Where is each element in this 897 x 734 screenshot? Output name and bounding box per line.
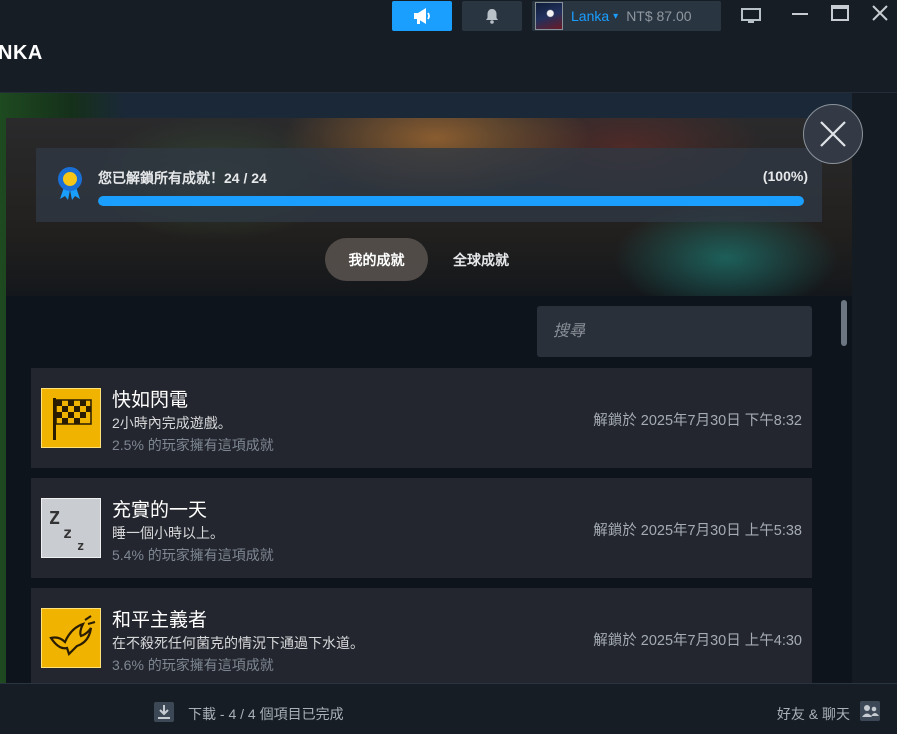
close-icon[interactable]	[871, 4, 889, 22]
achievement-row: 快如閃電 2小時內完成遊戲。 2.5% 的玩家擁有這項成就 解鎖於 2025年7…	[31, 368, 812, 468]
progress-percent: (100%)	[762, 168, 808, 184]
search-field[interactable]	[537, 306, 812, 357]
achievement-progress-card: 您已解鎖所有成就！24 / 24 (100%)	[36, 148, 822, 222]
wallet-balance: NT$ 87.00	[626, 8, 692, 24]
tab-global-achievements[interactable]: 全球成就	[434, 238, 528, 281]
tab-my-achievements[interactable]: 我的成就	[325, 238, 428, 281]
progress-bar-fill	[98, 196, 804, 206]
monitor-icon[interactable]	[740, 7, 762, 25]
title-bar: Lanka ▾ NT$ 87.00	[0, 0, 897, 36]
progress-bar	[98, 196, 804, 206]
achievement-unlock-date: 解鎖於 2025年7月30日 上午4:30	[593, 633, 802, 649]
achievement-global-rate: 2.5% 的玩家擁有這項成就	[112, 437, 274, 453]
achievements-modal: 您已解鎖所有成就！24 / 24 (100%) 我的成就 全球成就 快如閃電 2…	[6, 118, 852, 683]
account-menu[interactable]: Lanka ▾ NT$ 87.00	[532, 1, 721, 31]
download-icon[interactable]	[153, 701, 175, 723]
achievement-description: 2小時內完成遊戲。	[112, 415, 232, 431]
notifications-button[interactable]	[462, 1, 522, 31]
achievement-row: 和平主義者 在不殺死任何菌克的情況下通過下水道。 3.6% 的玩家擁有這項成就 …	[31, 588, 812, 683]
avatar	[535, 2, 563, 30]
status-bar: 下載 - 4 / 4 個項目已完成 好友 & 聊天	[0, 683, 897, 734]
scrollbar[interactable]	[839, 298, 849, 683]
background-sidebar	[852, 93, 897, 683]
svg-text:Z: Z	[49, 508, 60, 529]
achievement-description: 在不殺死任何菌克的情況下通過下水道。	[112, 635, 364, 651]
medal-icon	[58, 167, 82, 200]
modal-close-button[interactable]	[803, 104, 863, 164]
page-title: NKA	[0, 42, 43, 64]
friends-icon[interactable]	[859, 700, 881, 722]
bell-icon	[486, 9, 498, 24]
username: Lanka	[571, 8, 610, 24]
chevron-down-icon: ▾	[613, 10, 619, 22]
downloads-status[interactable]: 下載 - 4 / 4 個項目已完成	[188, 704, 344, 724]
close-icon	[820, 121, 846, 147]
megaphone-icon	[414, 8, 430, 24]
svg-text:z: z	[77, 539, 84, 553]
achievement-title: 和平主義者	[112, 610, 208, 631]
achievement-title: 快如閃電	[112, 390, 189, 411]
friends-chat-button[interactable]: 好友 & 聊天	[777, 704, 850, 724]
achievement-global-rate: 5.4% 的玩家擁有這項成就	[112, 547, 274, 563]
checkered-flag-icon	[41, 388, 101, 448]
achievement-unlock-date: 解鎖於 2025年7月30日 上午5:38	[593, 523, 802, 539]
achievement-title: 充實的一天	[112, 500, 208, 521]
achievement-unlock-date: 解鎖於 2025年7月30日 下午8:32	[593, 413, 802, 429]
progress-label: 您已解鎖所有成就！24 / 24	[98, 170, 267, 186]
achievement-global-rate: 3.6% 的玩家擁有這項成就	[112, 657, 274, 673]
page-header: NKA	[0, 36, 897, 93]
sleep-zzz-icon: Z z z	[41, 498, 101, 558]
dove-icon	[41, 608, 101, 668]
achievement-description: 睡一個小時以上。	[112, 525, 224, 541]
minimize-icon[interactable]	[790, 4, 810, 24]
svg-text:z: z	[63, 524, 72, 542]
search-input[interactable]	[551, 321, 798, 342]
maximize-icon[interactable]	[830, 4, 850, 24]
scrollbar-thumb[interactable]	[841, 300, 847, 346]
achievement-row: Z z z 充實的一天 睡一個小時以上。 5.4% 的玩家擁有這項成就 解鎖於 …	[31, 478, 812, 578]
announcements-button[interactable]	[392, 1, 452, 31]
